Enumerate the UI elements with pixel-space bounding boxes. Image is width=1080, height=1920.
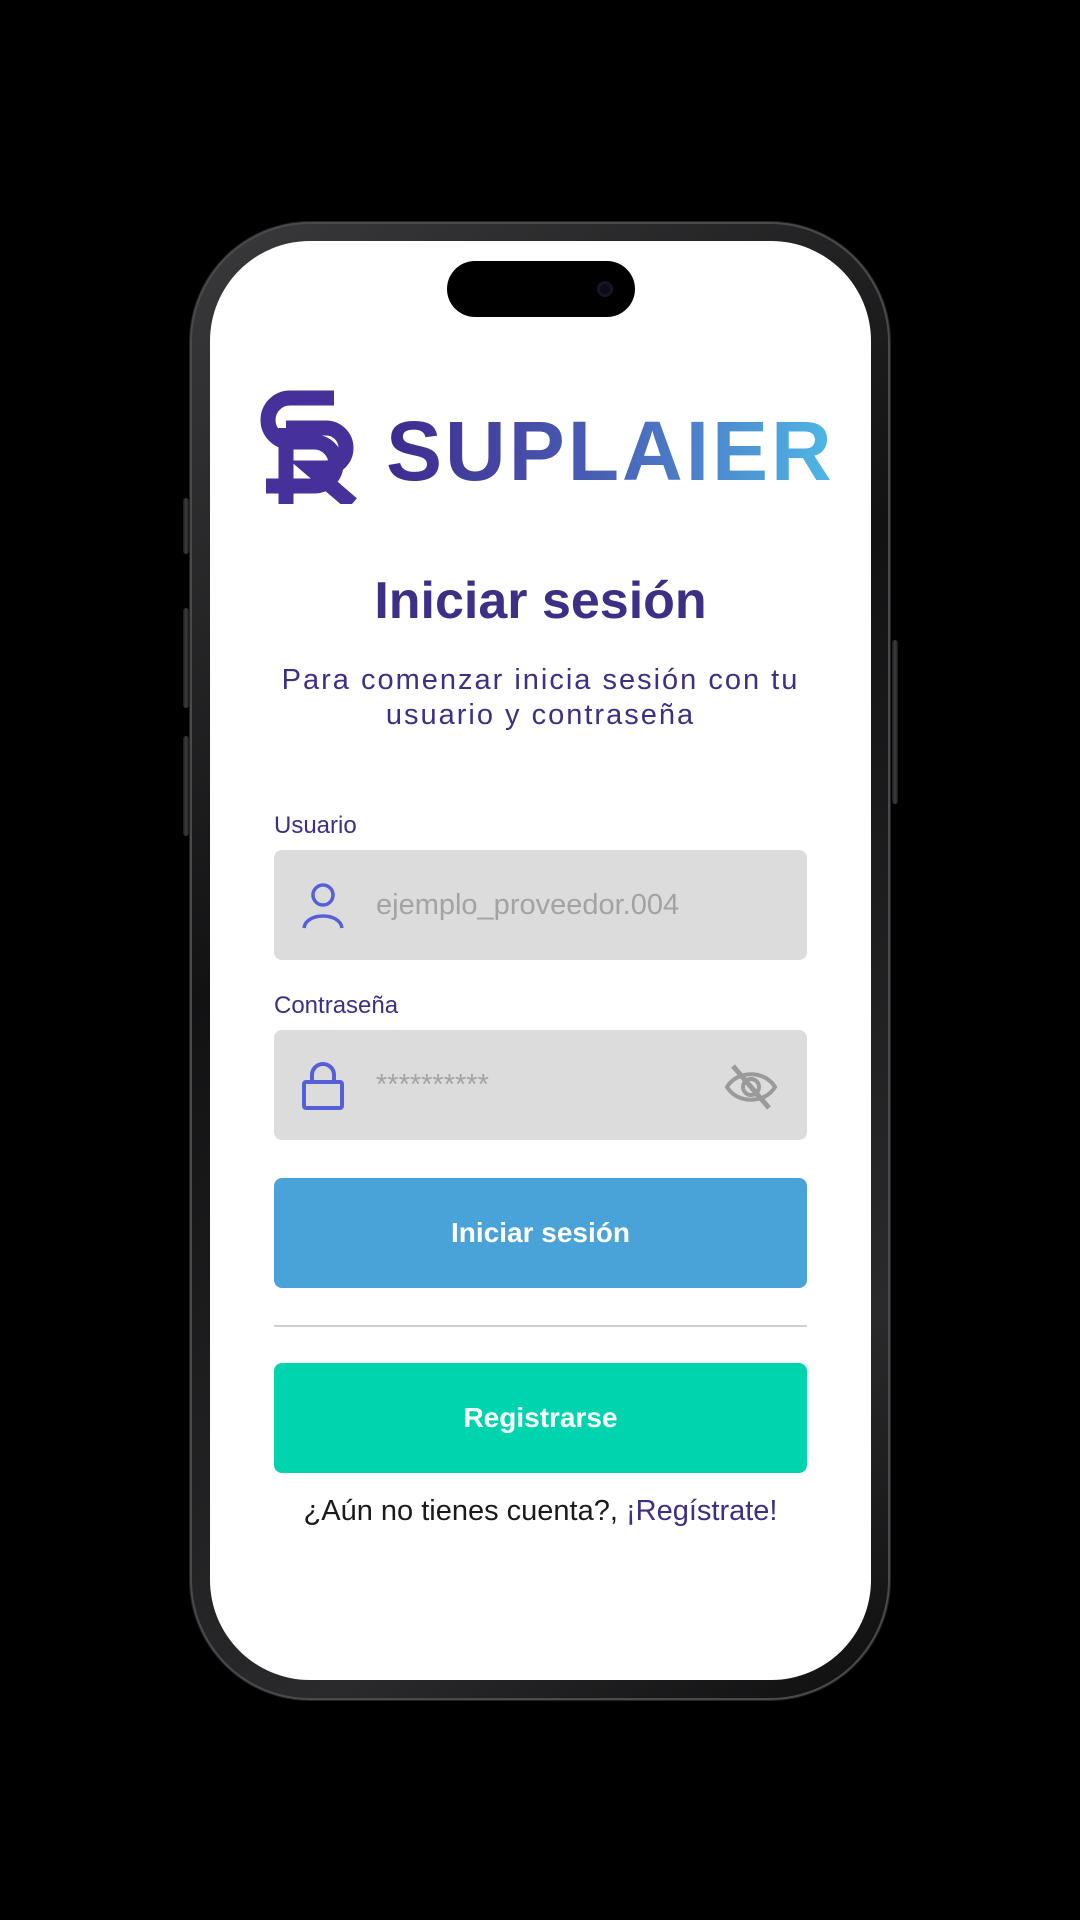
phone-screen: SUPLAIER Iniciar sesión Para comenzar in… [210,241,871,1680]
no-account-text: ¿Aún no tienes cuenta?, [303,1495,618,1527]
brand-logo: SUPLAIER [260,390,835,504]
username-label: Usuario [274,812,357,839]
signup-prompt: ¿Aún no tienes cuenta?, ¡Regístrate! [210,1495,871,1528]
page-title: Iniciar sesión [374,572,707,630]
register-link[interactable]: ¡Regístrate! [626,1495,778,1527]
register-button[interactable]: Registrarse [274,1363,807,1473]
password-label: Contraseña [274,992,399,1019]
user-icon [302,883,344,929]
logo-mark [260,390,357,504]
password-input[interactable]: ********** [376,1030,489,1140]
phone-power-button [892,640,898,804]
lock-icon [302,1062,344,1110]
page-subtitle: Para comenzar inicia sesión con tu usuar… [281,664,800,731]
phone-volume-up-button [183,608,189,708]
password-field[interactable]: ********** [274,1030,807,1140]
username-input[interactable]: ejemplo_proveedor.004 [376,850,679,960]
phone-action-button [183,498,189,554]
divider [274,1325,807,1327]
login-button[interactable]: Iniciar sesión [274,1178,807,1288]
dynamic-island [447,261,635,317]
brand-name: SUPLAIER [386,404,835,498]
eye-off-icon[interactable] [723,1062,779,1112]
username-field[interactable]: ejemplo_proveedor.004 [274,850,807,960]
phone-volume-down-button [183,736,189,836]
